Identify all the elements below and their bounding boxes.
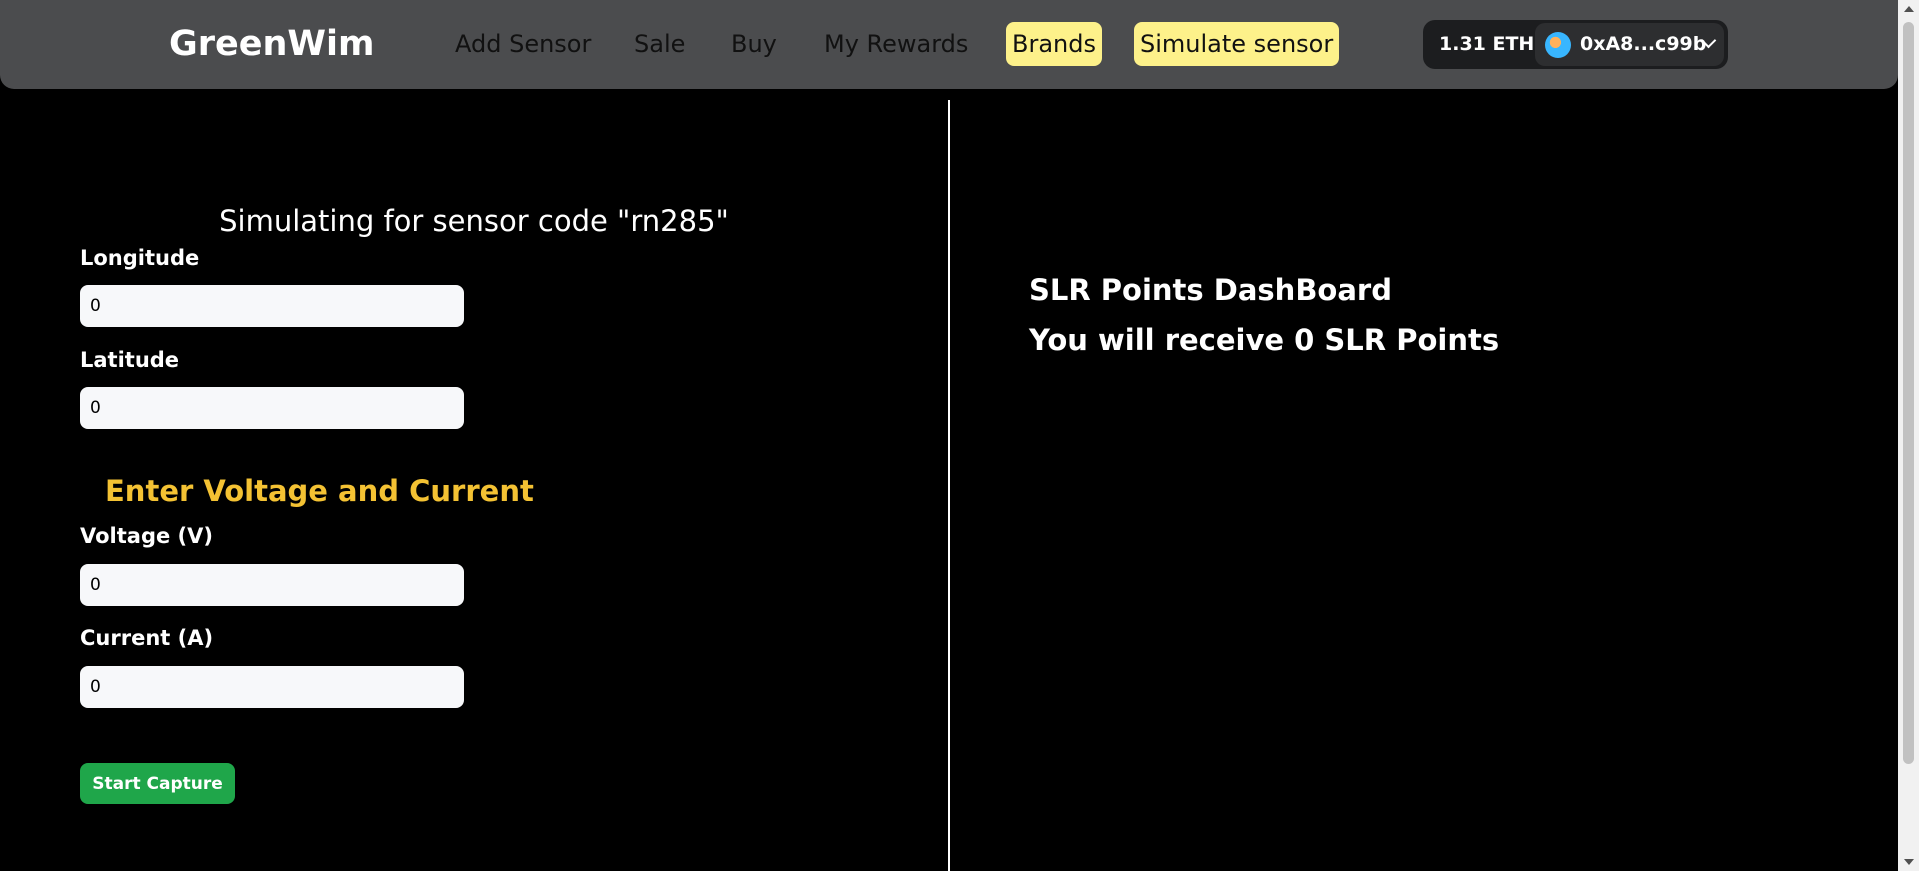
wallet-avatar-icon: [1545, 32, 1571, 58]
scroll-down-icon[interactable]: [1904, 859, 1914, 865]
longitude-input[interactable]: [80, 285, 464, 327]
start-capture-button[interactable]: Start Capture: [80, 763, 235, 804]
brand-logo-text[interactable]: GreenWim: [169, 24, 374, 64]
current-input[interactable]: [80, 666, 464, 708]
vertical-scrollbar[interactable]: [1898, 0, 1919, 871]
simulate-sensor-button[interactable]: Simulate sensor: [1134, 22, 1340, 66]
longitude-label: Longitude: [80, 246, 200, 270]
voltage-label: Voltage (V): [80, 524, 213, 548]
nav-add-sensor[interactable]: Add Sensor: [455, 30, 591, 58]
top-navbar: GreenWim Add Sensor Sale Buy My Rewards …: [0, 0, 1898, 89]
eth-balance[interactable]: 1.31 ETH: [1439, 33, 1534, 55]
scrollbar-thumb[interactable]: [1903, 22, 1914, 764]
current-label: Current (A): [80, 626, 214, 650]
account-button[interactable]: 0xA8...c99b: [1535, 23, 1724, 66]
brands-button[interactable]: Brands: [1006, 22, 1102, 66]
dashboard-title: SLR Points DashBoard: [1029, 273, 1392, 307]
voltage-current-heading: Enter Voltage and Current: [105, 474, 534, 508]
vertical-divider: [948, 100, 950, 871]
latitude-label: Latitude: [80, 348, 180, 372]
nav-my-rewards[interactable]: My Rewards: [824, 30, 968, 58]
latitude-input[interactable]: [80, 387, 464, 429]
wallet-widget: 1.31 ETH 0xA8...c99b: [1423, 20, 1728, 69]
voltage-input[interactable]: [80, 564, 464, 606]
nav-buy[interactable]: Buy: [731, 30, 777, 58]
scroll-up-icon[interactable]: [1904, 6, 1914, 12]
account-address: 0xA8...c99b: [1580, 33, 1707, 55]
simulation-title: Simulating for sensor code "rn285": [219, 204, 729, 238]
dashboard-points-text: You will receive 0 SLR Points: [1029, 323, 1500, 357]
nav-sale[interactable]: Sale: [634, 30, 685, 58]
